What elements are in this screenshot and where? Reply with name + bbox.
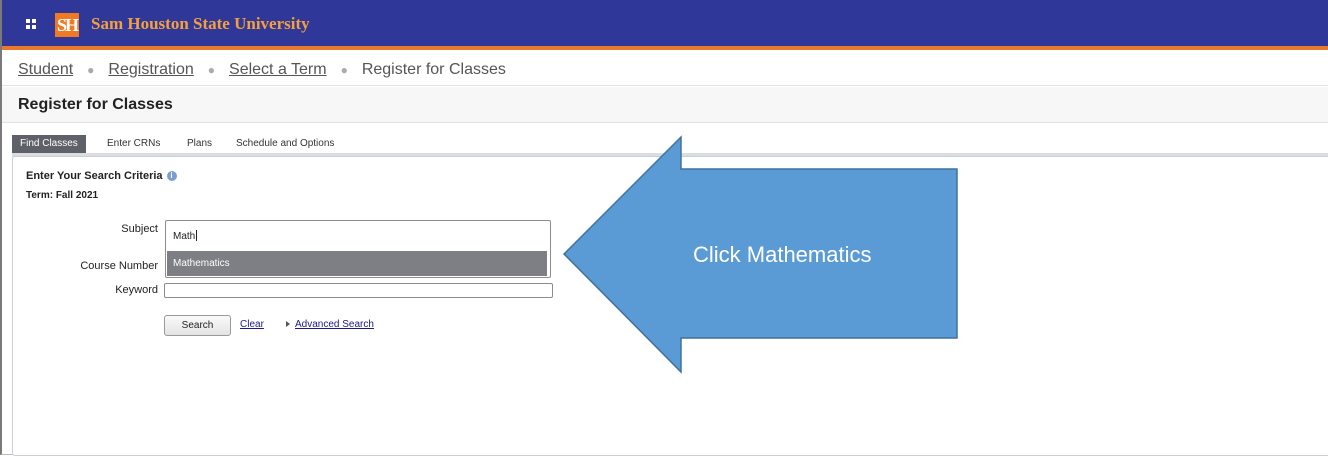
apps-grid-icon[interactable] [26, 19, 36, 29]
page-title: Register for Classes [2, 87, 1328, 123]
tab-schedule-options[interactable]: Schedule and Options [236, 135, 334, 153]
breadcrumb-separator: ● [87, 63, 95, 77]
breadcrumb-registration[interactable]: Registration [108, 61, 193, 78]
subject-typed-text: Math [173, 231, 196, 242]
keyword-label: Keyword [115, 284, 158, 296]
advanced-search-link[interactable]: Advanced Search [295, 319, 374, 330]
tab-enter-crns[interactable]: Enter CRNs [107, 135, 160, 153]
breadcrumb-separator: ● [207, 63, 216, 77]
search-criteria-label: Enter Your Search Criteria [26, 170, 163, 182]
subject-label: Subject [121, 223, 158, 235]
callout-text: Click Mathematics [693, 242, 872, 267]
breadcrumb-current: Register for Classes [361, 61, 506, 79]
course-number-label: Course Number [80, 260, 158, 272]
expand-triangle-icon [286, 321, 290, 327]
text-cursor [196, 230, 198, 241]
keyword-input[interactable] [164, 283, 553, 298]
breadcrumb-separator: ● [340, 63, 348, 77]
search-criteria-heading: Enter Your Search Criteria i [26, 170, 177, 182]
breadcrumb-student[interactable]: Student [18, 61, 73, 78]
app-header: SH Sam Houston State University [2, 0, 1328, 50]
term-label: Term: Fall 2021 [26, 190, 99, 201]
breadcrumb: Student ● Registration ● Select a Term ● Regis… [2, 54, 1328, 86]
university-name[interactable]: Sam Houston State University [91, 14, 310, 34]
search-button[interactable]: Search [164, 315, 231, 336]
subject-suggestion-mathematics[interactable]: Mathematics [167, 251, 547, 276]
tab-plans[interactable]: Plans [187, 135, 212, 153]
tab-find-classes[interactable]: Find Classes [12, 135, 86, 153]
info-icon[interactable]: i [166, 171, 177, 181]
university-logo: SH [55, 13, 79, 37]
clear-link[interactable]: Clear [240, 319, 264, 330]
subject-value: Math [173, 230, 198, 242]
breadcrumb-select-term[interactable]: Select a Term [229, 61, 327, 78]
